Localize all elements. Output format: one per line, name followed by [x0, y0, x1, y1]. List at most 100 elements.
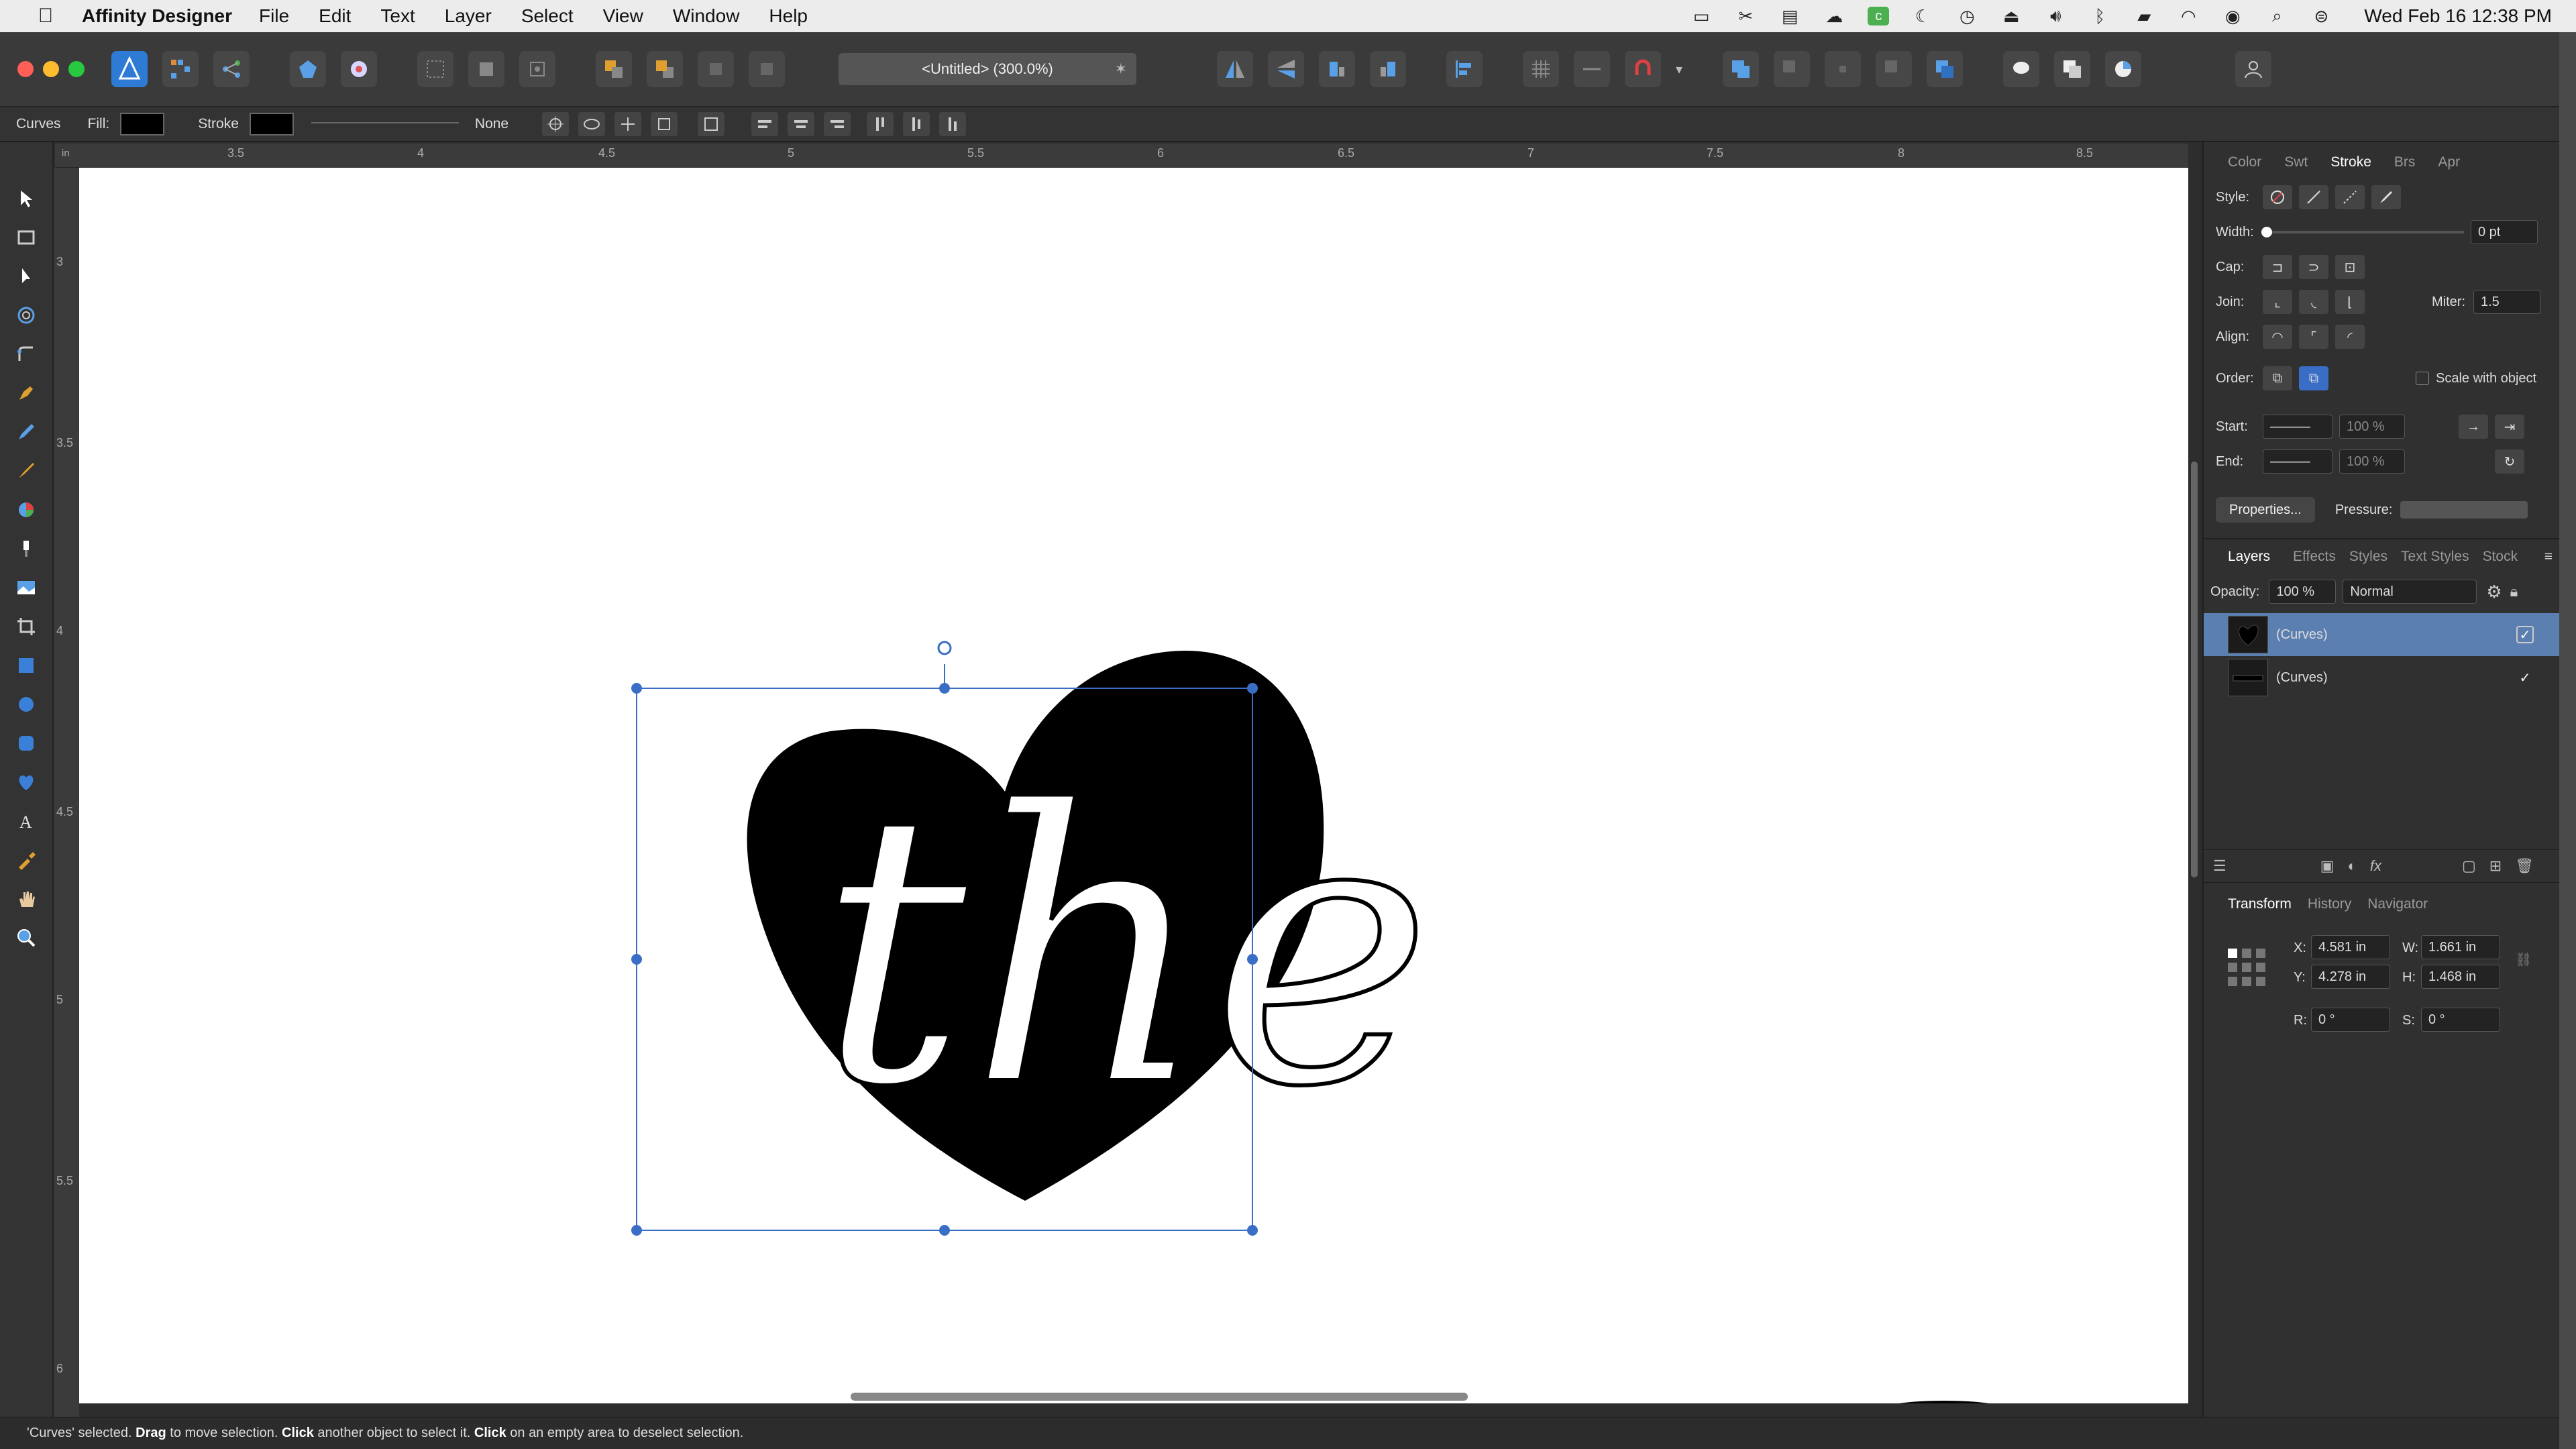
zoom-tool-icon[interactable] [7, 919, 45, 957]
pressure-graph[interactable] [2400, 501, 2528, 519]
artboard-page[interactable]: the [79, 168, 2188, 1403]
tab-swatches[interactable]: Swt [2284, 154, 2308, 170]
w-field[interactable]: 1.661 in [2421, 935, 2500, 959]
crop-tool-icon[interactable] [7, 608, 45, 645]
horizontal-scrollbar[interactable] [851, 1393, 1468, 1401]
arrow-reset-icon[interactable]: ↻ [2495, 449, 2524, 474]
transform-mode-icon[interactable] [519, 51, 555, 87]
opacity-field[interactable]: 100 % [2269, 580, 2337, 604]
tab-text-styles[interactable]: Text Styles [2401, 549, 2469, 565]
expand-icon[interactable] [614, 112, 642, 136]
round-cap-icon[interactable]: ⊃ [2299, 255, 2328, 279]
square-cap-icon[interactable]: ⊡ [2335, 255, 2365, 279]
stroke-width-slider[interactable] [311, 122, 459, 126]
artistic-text-tool-icon[interactable]: A [7, 802, 45, 840]
y-field[interactable]: 4.278 in [2311, 965, 2390, 989]
ellipse-tool-icon[interactable] [7, 686, 45, 723]
assistant-icon[interactable] [341, 51, 377, 87]
tab-stroke[interactable]: Stroke [2330, 154, 2371, 170]
color-wheel-icon[interactable] [2105, 51, 2142, 87]
transparency-tool-icon[interactable] [7, 530, 45, 568]
app-c-icon[interactable]: c [1868, 7, 1890, 25]
control-center-icon[interactable]: ⊜ [2310, 6, 2332, 26]
tab-brushes[interactable]: Brs [2394, 154, 2416, 170]
end-scale-field[interactable]: 100 % [2339, 449, 2405, 474]
start-arrowhead-select[interactable]: ——— [2263, 415, 2332, 439]
bevel-join-icon[interactable]: ⌊ [2335, 290, 2365, 314]
arrow-align-icon[interactable]: ⇥ [2495, 415, 2524, 439]
creative-cloud-icon[interactable]: ☁ [1823, 6, 1845, 26]
layers-stack-icon[interactable]: ☰ [2213, 857, 2226, 875]
stroke-front-icon[interactable]: ⧉ [2299, 366, 2328, 390]
snapping-dropdown-icon[interactable]: ▾ [1676, 61, 1682, 78]
eject-icon[interactable]: ⏏ [2000, 6, 2022, 26]
menu-help[interactable]: Help [769, 5, 808, 27]
wifi-icon[interactable]: ◠ [2178, 6, 2199, 26]
fx-icon[interactable]: fx [2370, 857, 2381, 875]
menu-window[interactable]: Window [673, 5, 740, 27]
tab-styles[interactable]: Styles [2349, 549, 2387, 565]
vector-brush-tool-icon[interactable] [7, 452, 45, 490]
node-tool-icon[interactable] [7, 258, 45, 295]
place-image-tool-icon[interactable] [7, 569, 45, 606]
brush-style-icon[interactable] [2371, 185, 2401, 209]
move-tool-icon[interactable] [7, 180, 45, 217]
select-area-icon[interactable] [417, 51, 453, 87]
fill-tool-icon[interactable] [7, 491, 45, 529]
round-join-icon[interactable]: ◟ [2299, 290, 2328, 314]
app-name-menu[interactable]: Affinity Designer [82, 5, 232, 27]
align-middle-icon[interactable] [903, 112, 930, 136]
blend-mode-select[interactable]: Normal [2343, 580, 2477, 604]
artboard-tool-icon[interactable] [7, 219, 45, 256]
selection-handle-mr[interactable] [1247, 954, 1258, 965]
miter-field[interactable]: 1.5 [2473, 290, 2540, 314]
the-lettering[interactable]: the [815, 730, 1434, 1171]
butt-cap-icon[interactable]: ⊐ [2263, 255, 2292, 279]
volume-icon[interactable]: 🔊︎ [2045, 5, 2066, 25]
selection-handle-bm[interactable] [939, 1225, 950, 1236]
menu-text[interactable]: Text [380, 5, 415, 27]
properties-button[interactable]: Properties... [2216, 497, 2315, 523]
export-persona-icon[interactable] [213, 51, 250, 87]
align-outside-stroke-icon[interactable]: ◜ [2335, 325, 2365, 349]
align-center-icon[interactable] [788, 112, 815, 136]
selection-handle-tr[interactable] [1247, 683, 1258, 694]
guides-icon[interactable] [1574, 51, 1610, 87]
user-icon[interactable]: ◉ [2222, 6, 2243, 26]
color-picker-tool-icon[interactable] [7, 841, 45, 879]
vertical-ruler[interactable]: 3 3.5 4 4.5 5 5.5 6 [54, 168, 79, 1442]
view-icon[interactable] [578, 112, 606, 136]
dashed-line-style-icon[interactable] [2335, 185, 2365, 209]
pen-tool-icon[interactable] [7, 374, 45, 412]
rounded-rectangle-tool-icon[interactable] [7, 724, 45, 762]
align-bottom-icon[interactable] [939, 112, 967, 136]
tab-navigator[interactable]: Navigator [2367, 896, 2428, 912]
menu-layer[interactable]: Layer [445, 5, 492, 27]
grid-icon[interactable] [1523, 51, 1559, 87]
layer-visibility-checkbox[interactable]: ✓ [2516, 669, 2534, 686]
apple-menu-icon[interactable]:  [27, 5, 64, 28]
snapping-magnet-icon[interactable] [1625, 51, 1661, 87]
time-machine-icon[interactable]: ◷ [1956, 6, 1978, 26]
document-close-icon[interactable]: ✶ [1115, 60, 1127, 78]
layer-row[interactable]: (Curves) ✓ [2204, 613, 2559, 656]
shear-field[interactable]: 0 ° [2421, 1008, 2500, 1032]
archive-icon[interactable]: ▤ [1779, 6, 1801, 26]
designer-persona-icon[interactable] [111, 51, 148, 87]
speech-bubble-icon[interactable] [2003, 51, 2040, 87]
layer-visibility-checkbox[interactable]: ✓ [2516, 626, 2534, 643]
share-icon[interactable] [290, 51, 326, 87]
intersect-boolean-icon[interactable] [1825, 51, 1862, 87]
arrange-back-icon[interactable] [596, 51, 632, 87]
stroke-behind-icon[interactable]: ⧉ [2263, 366, 2292, 390]
corner-tool-icon[interactable] [7, 335, 45, 373]
selection-handle-br[interactable] [1247, 1225, 1258, 1236]
pixel-persona-icon[interactable] [162, 51, 199, 87]
tab-color[interactable]: Color [2228, 154, 2261, 170]
lock-aspect-icon[interactable]: ⛓ [2515, 951, 2532, 968]
tab-transform[interactable]: Transform [2228, 896, 2292, 912]
start-scale-field[interactable]: 100 % [2339, 415, 2405, 439]
spotlight-search-icon[interactable]: ⌕ [2266, 5, 2288, 25]
selection-handle-tm[interactable] [939, 683, 950, 694]
battery-icon[interactable]: ▰ [2133, 6, 2155, 26]
